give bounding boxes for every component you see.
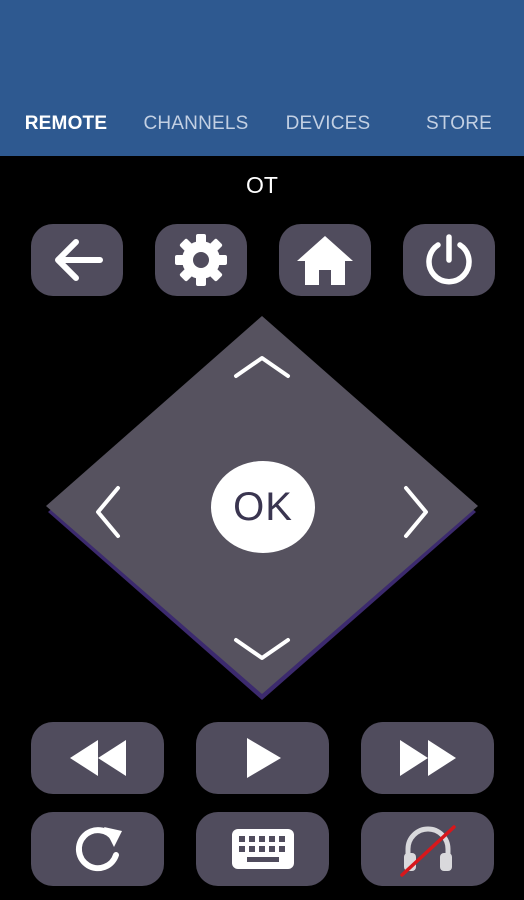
back-button[interactable] [31, 224, 123, 296]
rewind-icon [69, 740, 126, 776]
dpad-right-button[interactable] [388, 474, 444, 550]
dpad-left-button[interactable] [80, 474, 136, 550]
tab-remote[interactable]: REMOTE [14, 112, 118, 136]
home-button[interactable] [279, 224, 371, 296]
keyboard-button[interactable] [196, 812, 329, 886]
tab-channels[interactable]: CHANNELS [140, 112, 252, 136]
chevron-right-icon [404, 486, 428, 538]
dpad-up-button[interactable] [222, 342, 302, 398]
dpad-down-button[interactable] [222, 620, 302, 676]
play-button[interactable] [196, 722, 329, 794]
device-name: OT [246, 172, 278, 198]
chevron-down-icon [234, 638, 290, 660]
fast-forward-icon [399, 740, 456, 776]
ok-button[interactable]: OK [211, 461, 315, 553]
home-icon [297, 236, 353, 285]
replay-button[interactable] [31, 812, 164, 886]
headphones-off-icon [399, 825, 456, 877]
replay-icon [75, 827, 122, 872]
chevron-left-icon [96, 486, 120, 538]
power-icon [426, 234, 472, 285]
play-icon [246, 738, 281, 778]
private-listening-button[interactable] [361, 812, 494, 886]
tab-devices[interactable]: DEVICES [276, 112, 380, 136]
keyboard-icon [231, 829, 294, 869]
rewind-button[interactable] [31, 722, 164, 794]
power-button[interactable] [403, 224, 495, 296]
back-arrow-icon [55, 239, 103, 281]
tab-store[interactable]: STORE [412, 112, 506, 136]
fast-forward-button[interactable] [361, 722, 494, 794]
app-header: REMOTE CHANNELS DEVICES STORE [0, 0, 524, 156]
settings-button[interactable] [155, 224, 247, 296]
gear-icon [175, 234, 227, 286]
chevron-up-icon [234, 356, 290, 378]
